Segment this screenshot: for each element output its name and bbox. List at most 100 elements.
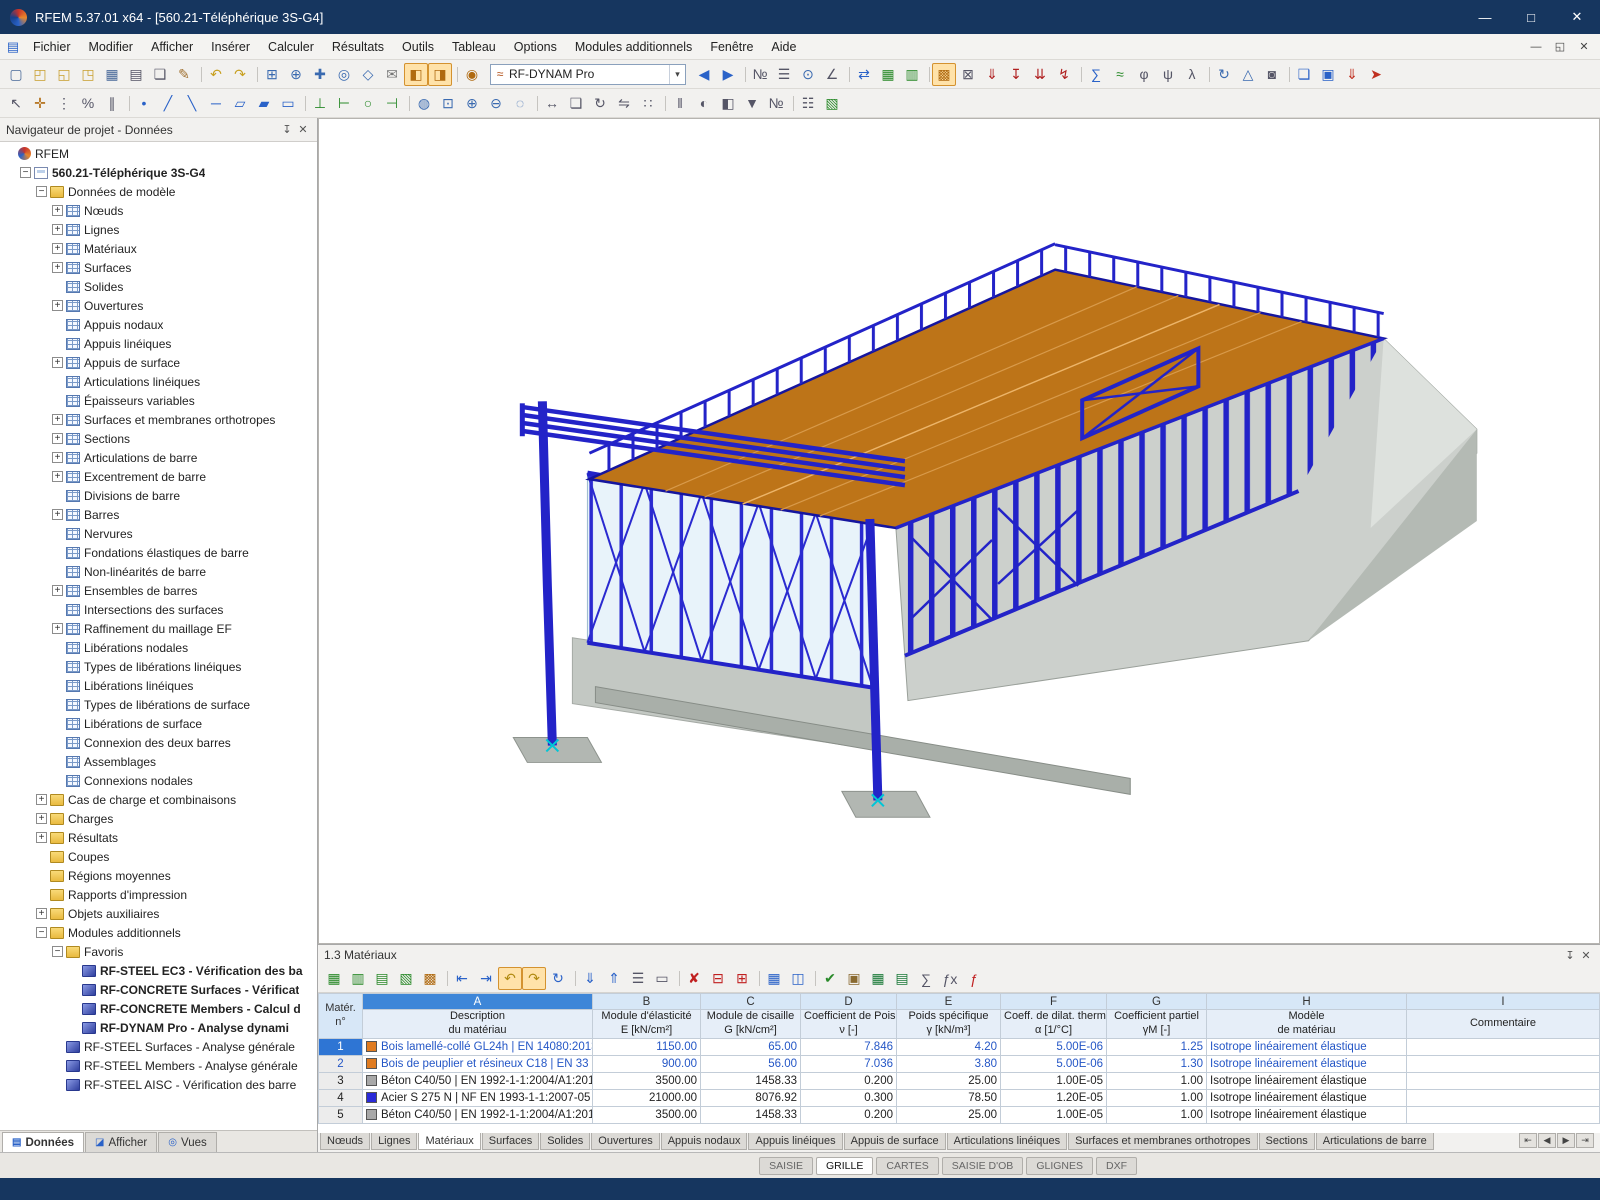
tree-expander[interactable]: + <box>36 813 47 824</box>
toggle-cartes[interactable]: CARTES <box>876 1157 938 1175</box>
specific-weight-cell[interactable]: 25.00 <box>897 1072 1001 1089</box>
first-row-icon[interactable]: ⇤ <box>450 967 474 990</box>
table-tab-sections[interactable]: Sections <box>1259 1133 1315 1150</box>
tree-item[interactable]: Coupes <box>0 847 317 866</box>
child-restore-button[interactable]: ◱ <box>1548 37 1572 57</box>
table-tab-articulations-lineiques[interactable]: Articulations linéiques <box>947 1133 1067 1150</box>
column-header-d[interactable]: D <box>801 994 897 1010</box>
panel-toggle-icon[interactable]: ◧ <box>404 63 428 86</box>
thermal-coeff-cell[interactable]: 1.20E-05 <box>1001 1089 1107 1106</box>
full-model-view-icon[interactable]: ◇ <box>356 63 380 86</box>
tree-item[interactable]: − Modules additionnels <box>0 923 317 942</box>
display-properties-icon[interactable]: ☷ <box>796 92 820 115</box>
tree-item[interactable]: + Raffinement du maillage EF <box>0 619 317 638</box>
comment-cell[interactable] <box>1407 1055 1600 1072</box>
table-columns-icon[interactable]: ▥ <box>346 967 370 990</box>
zoom-region-icon[interactable]: ⊡ <box>436 92 460 115</box>
guidelines-icon[interactable]: ▥ <box>900 63 924 86</box>
tab-donnees[interactable]: ▤ Données <box>2 1132 84 1152</box>
shear-modulus-cell[interactable]: 1458.33 <box>701 1106 801 1123</box>
column-header-b[interactable]: B <box>593 994 701 1010</box>
tree-item[interactable]: + Ouvertures <box>0 296 317 315</box>
menu-modifier[interactable]: Modifier <box>80 36 142 58</box>
tree-item[interactable]: + Surfaces et membranes orthotropes <box>0 410 317 429</box>
module-combo[interactable]: ≈ RF-DYNAM Pro ▾ <box>490 64 686 85</box>
tree-item[interactable]: Rapports d'impression <box>0 885 317 904</box>
tree-item[interactable]: RFEM <box>0 144 317 163</box>
menu-resultats[interactable]: Résultats <box>323 36 393 58</box>
row-number[interactable]: 5 <box>319 1106 363 1123</box>
table-row[interactable]: 4 Acier S 275 N | NF EN 1993-1-1:2007-05… <box>319 1089 1600 1106</box>
pin-icon[interactable]: ↧ <box>279 123 295 136</box>
partial-factor-cell[interactable]: 1.00 <box>1107 1089 1207 1106</box>
table-color-icon[interactable]: ▩ <box>418 967 442 990</box>
redo-table-icon[interactable]: ↷ <box>522 967 546 990</box>
find-object-icon[interactable]: ⊙ <box>796 63 820 86</box>
tree-item[interactable]: + Objets auxiliaires <box>0 904 317 923</box>
tree-item[interactable]: Libérations linéiques <box>0 676 317 695</box>
tree-item[interactable]: RF-STEEL Members - Analyse générale <box>0 1056 317 1075</box>
menu-calculer[interactable]: Calculer <box>259 36 323 58</box>
export-dxf-icon[interactable]: ⇓ <box>1340 63 1364 86</box>
tree-item[interactable]: + Nœuds <box>0 201 317 220</box>
material-model-cell[interactable]: Isotrope linéairement élastique <box>1207 1072 1407 1089</box>
filter-icon[interactable]: ▼ <box>740 92 764 115</box>
maximize-button[interactable]: □ <box>1508 0 1554 34</box>
comment-cell[interactable] <box>1407 1106 1600 1123</box>
shear-modulus-cell[interactable]: 8076.92 <box>701 1089 801 1106</box>
toggle-grille[interactable]: GRILLE <box>816 1157 873 1175</box>
menu-fenetre[interactable]: Fenêtre <box>701 36 762 58</box>
close-navigator-icon[interactable]: ✕ <box>295 123 311 136</box>
tree-item[interactable]: + Charges <box>0 809 317 828</box>
tree-item[interactable]: RF-CONCRETE Members - Calcul d <box>0 999 317 1018</box>
toggle-dxf[interactable]: DXF <box>1096 1157 1137 1175</box>
table-tab-surfaces[interactable]: Surfaces <box>482 1133 539 1150</box>
table-tab-noeuds[interactable]: Nœuds <box>320 1133 370 1150</box>
tree-item[interactable]: − Favoris <box>0 942 317 961</box>
open-recent-icon[interactable]: ◳ <box>76 63 100 86</box>
numbering-icon[interactable]: № <box>748 63 772 86</box>
tab-afficher[interactable]: ◪ Afficher <box>85 1132 157 1152</box>
tree-item[interactable]: Types de libérations linéiques <box>0 657 317 676</box>
poisson-cell[interactable]: 7.036 <box>801 1055 897 1072</box>
tree-expander[interactable]: + <box>52 300 63 311</box>
material-description-cell[interactable]: Acier S 275 N | NF EN 1993-1-1:2007-05 <box>363 1089 593 1106</box>
column-header-f[interactable]: F <box>1001 994 1107 1010</box>
row-down-icon[interactable]: ⇓ <box>578 967 602 990</box>
rotate-objects-icon[interactable]: ↻ <box>588 92 612 115</box>
table-rows-icon[interactable]: ▤ <box>370 967 394 990</box>
tree-expander[interactable]: + <box>52 224 63 235</box>
elastic-modulus-cell[interactable]: 900.00 <box>593 1055 701 1072</box>
line-support-icon[interactable]: ⊢ <box>332 92 356 115</box>
material-description-cell[interactable]: Bois lamellé-collé GL24h | EN 14080:2013 <box>363 1038 593 1055</box>
zoom-all-icon[interactable]: ◍ <box>412 92 436 115</box>
tree-item[interactable]: + Ensembles de barres <box>0 581 317 600</box>
tree-item[interactable]: RF-STEEL Surfaces - Analyse générale <box>0 1037 317 1056</box>
new-solid-icon[interactable]: ▰ <box>252 92 276 115</box>
tree-item[interactable]: Solides <box>0 277 317 296</box>
tree-item[interactable]: Intersections des surfaces <box>0 600 317 619</box>
tab-vues[interactable]: ◎ Vues <box>158 1132 217 1152</box>
menu-afficher[interactable]: Afficher <box>142 36 202 58</box>
redo-icon[interactable]: ↷ <box>228 63 252 86</box>
copy-icon[interactable]: ❏ <box>148 63 172 86</box>
specific-weight-cell[interactable]: 25.00 <box>897 1106 1001 1123</box>
tree-item[interactable]: + Articulations de barre <box>0 448 317 467</box>
mode-shape-psi-icon[interactable]: ψ <box>1156 63 1180 86</box>
tree-expander[interactable]: + <box>52 452 63 463</box>
elastic-modulus-cell[interactable]: 21000.00 <box>593 1089 701 1106</box>
snap-guidelines-icon[interactable]: ∥ <box>100 92 124 115</box>
fill-block-icon[interactable]: ▦ <box>762 967 786 990</box>
menu-options[interactable]: Options <box>505 36 566 58</box>
tree-item[interactable]: + Cas de charge et combinaisons <box>0 790 317 809</box>
new-opening-icon[interactable]: ▭ <box>276 92 300 115</box>
table-row[interactable]: 3 Béton C40/50 | EN 1992-1-1:2004/A1:201… <box>319 1072 1600 1089</box>
tree-item[interactable]: RF-CONCRETE Surfaces - Vérificat <box>0 980 317 999</box>
next-table-button[interactable]: ▶ <box>1557 1133 1575 1148</box>
move-objects-icon[interactable]: ↔ <box>540 92 564 115</box>
model-3d-scene[interactable] <box>319 119 1599 943</box>
row-number[interactable]: 3 <box>319 1072 363 1089</box>
table-tab-appuis-lineiques[interactable]: Appuis linéiques <box>748 1133 842 1150</box>
member-eccentricity-icon[interactable]: ⊣ <box>380 92 404 115</box>
tree-item[interactable]: Libérations de surface <box>0 714 317 733</box>
